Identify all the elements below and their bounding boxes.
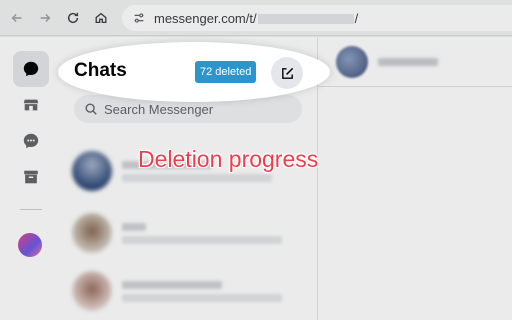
deleted-count-badge: 72 deleted (195, 61, 257, 83)
compose-button[interactable] (271, 57, 303, 89)
compose-icon (281, 67, 293, 79)
deletion-progress-label: Deletion progress (138, 146, 319, 172)
page-title: Chats (74, 60, 127, 81)
